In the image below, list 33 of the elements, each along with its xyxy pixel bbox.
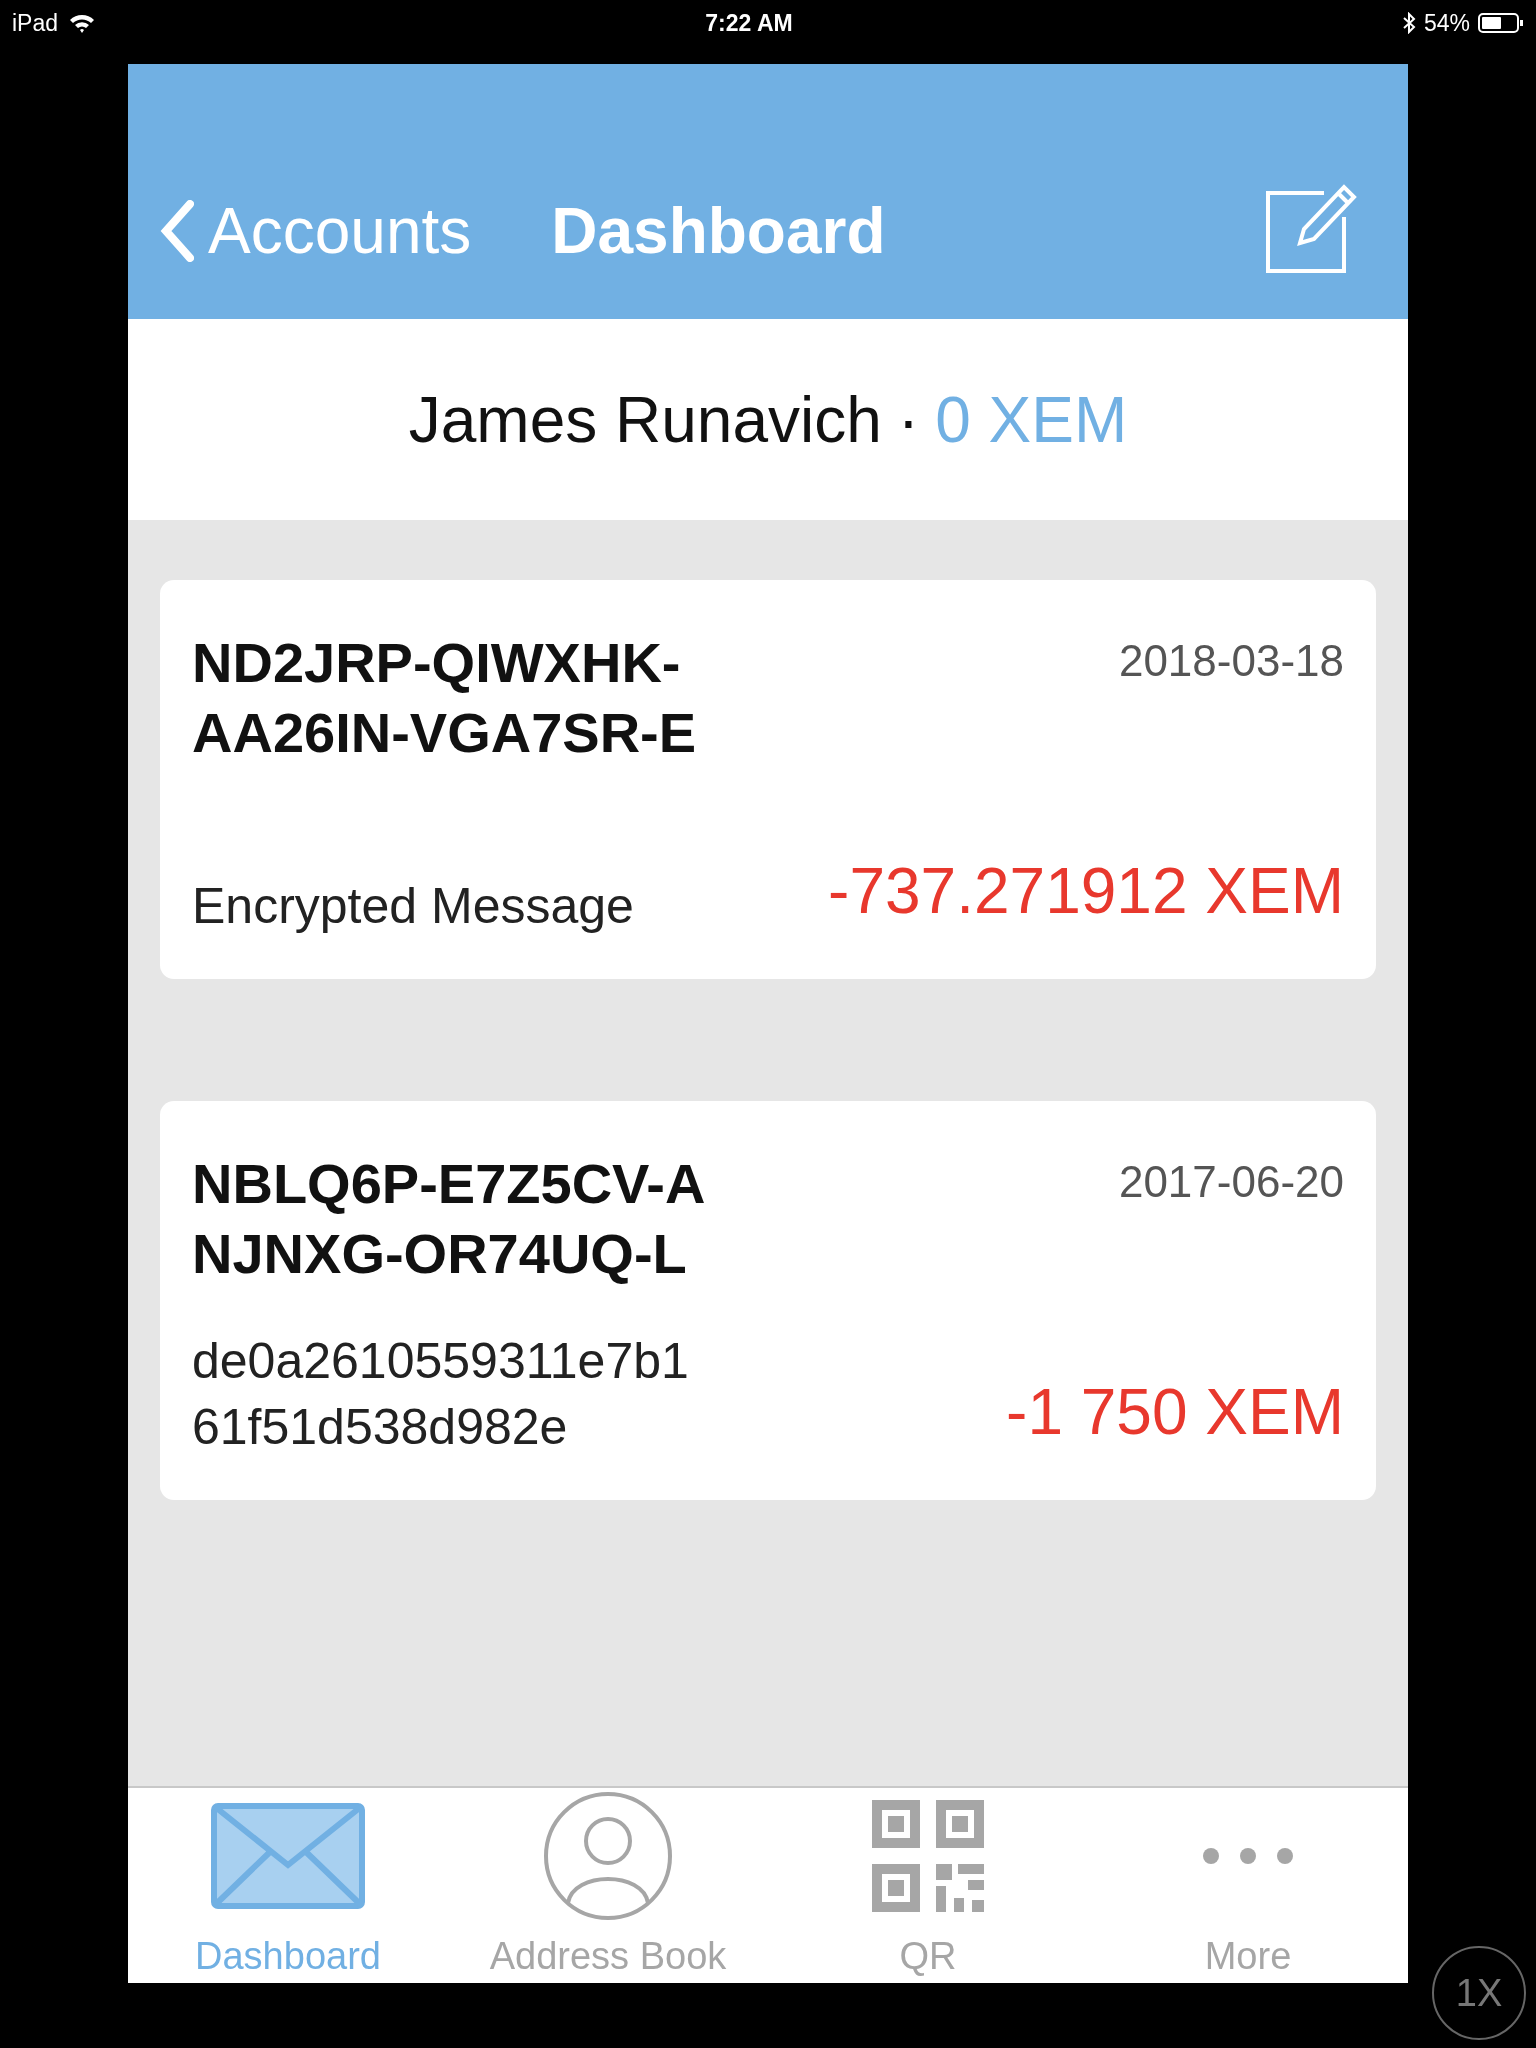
address-text: NBLQ6P-E7Z5CV-A: [192, 1151, 706, 1217]
more-dots-icon: [1202, 1847, 1294, 1865]
message-text: de0a2610559311e7b1 61f51d538d982e: [192, 1332, 689, 1457]
nav-title: Dashboard: [551, 194, 886, 269]
transaction-amount: -1 750 XEM: [1006, 1375, 1344, 1450]
qr-code-icon: [872, 1800, 984, 1912]
address-text: NJNXG-OR74UQ-L: [192, 1221, 688, 1287]
bluetooth-icon: [1401, 12, 1416, 35]
envelope-icon: [211, 1803, 365, 1909]
person-icon: [543, 1791, 673, 1921]
tab-item[interactable]: More: [1088, 1788, 1408, 1983]
status-time: 7:22 AM: [705, 9, 793, 38]
device-name: iPad: [12, 9, 59, 38]
account-balance: 0 XEM: [935, 382, 1128, 458]
tab-item[interactable]: Dashboard: [128, 1788, 448, 1983]
wifi-icon: [68, 12, 97, 35]
address-text: ND2JRP-QIWXHK-: [192, 630, 682, 696]
account-name: James Runavich: [408, 382, 882, 458]
separator-dot: ·: [897, 382, 920, 458]
back-button[interactable]: Accounts: [160, 183, 472, 279]
tab-item[interactable]: Address Book: [448, 1788, 768, 1983]
transaction-date: 2018-03-18: [1118, 635, 1344, 687]
transaction-card[interactable]: NBLQ6P-E7Z5CV-A NJNXG-OR74UQ-L 2017-06-20 de0a2610559311e7b1 61f51d538d982e -1 750 XEM: [160, 1101, 1376, 1500]
battery-icon: [1478, 12, 1524, 35]
zoom-button[interactable]: 1X: [1432, 1946, 1526, 2040]
message-text: Encrypted Message: [192, 877, 634, 936]
tab-item[interactable]: QR: [768, 1788, 1088, 1983]
transaction-date: 2017-06-20: [1118, 1156, 1344, 1208]
address-text: AA26IN-VGA7SR-E: [192, 700, 697, 766]
battery-percent: 54%: [1423, 9, 1470, 38]
transaction-amount: -737.271912 XEM: [828, 854, 1344, 929]
transaction-card[interactable]: ND2JRP-QIWXHK- AA26IN-VGA7SR-E 2018-03-18 Encrypted Message -737.271912 XEM: [160, 580, 1376, 979]
back-chevron-icon: [160, 200, 194, 262]
